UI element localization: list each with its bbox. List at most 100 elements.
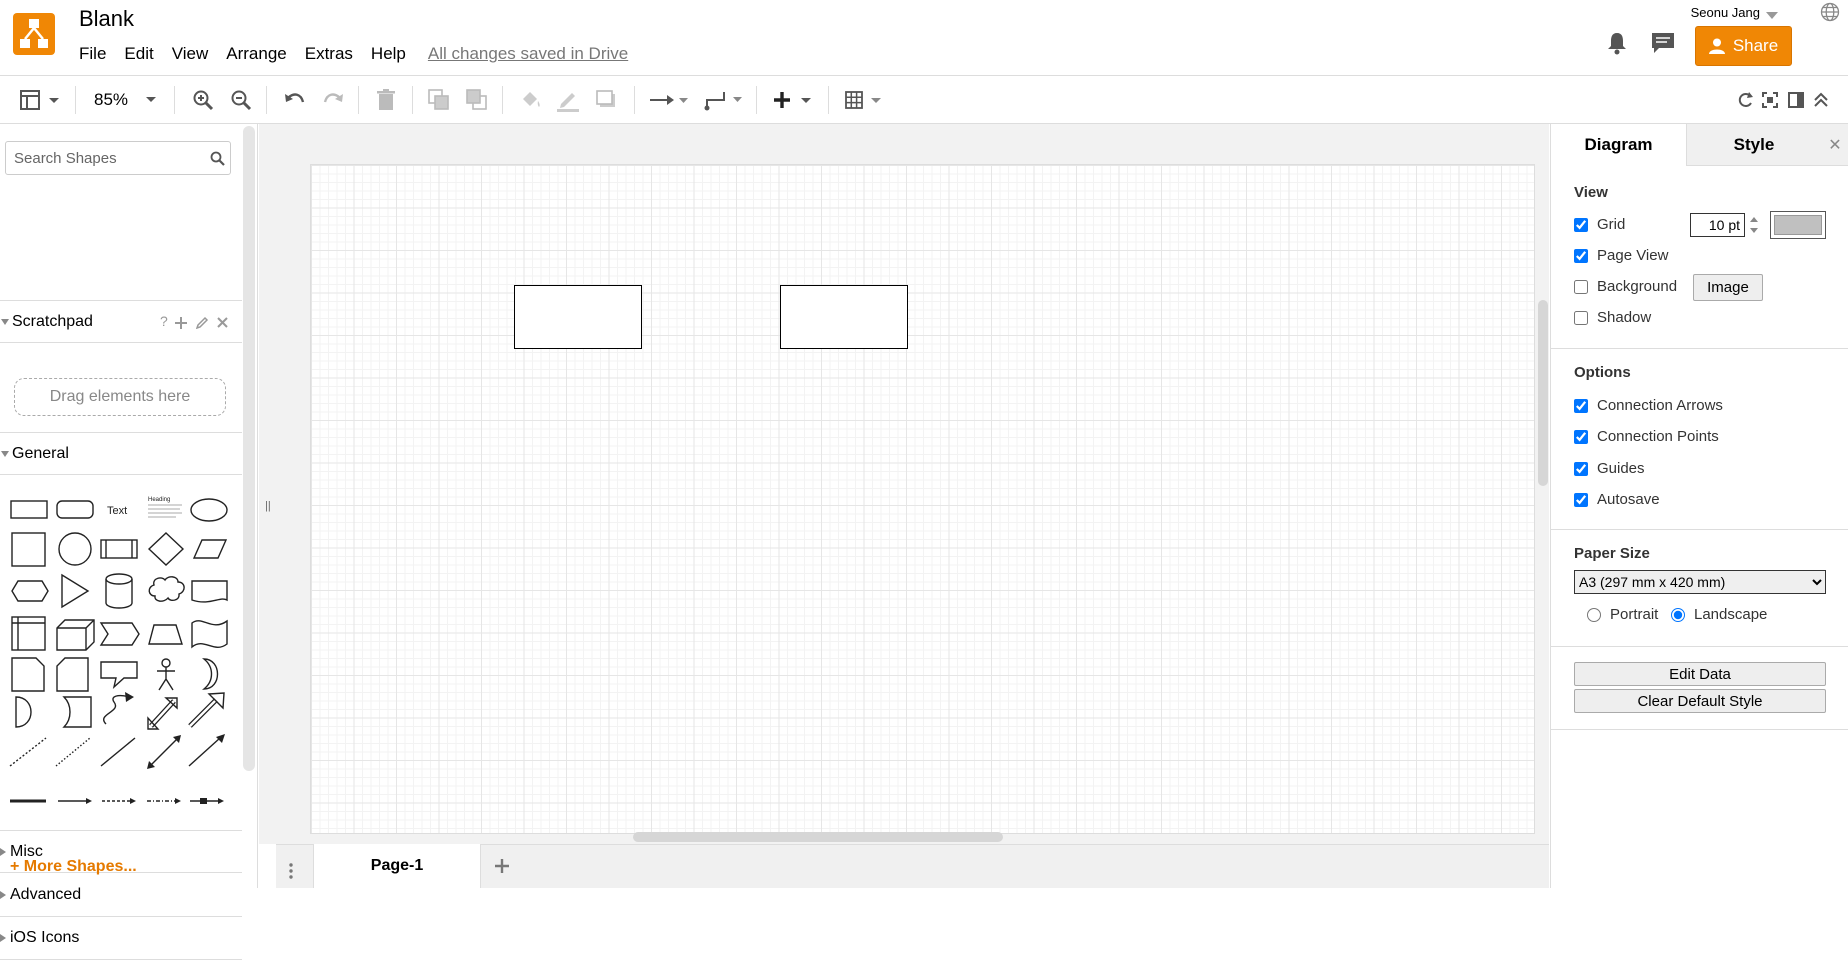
connection-points-option[interactable]: Connection Points <box>1574 428 1719 445</box>
page-view-checkbox[interactable] <box>1574 248 1588 263</box>
format-panel-toggle[interactable] <box>1788 76 1804 124</box>
cylinder-shape[interactable] <box>105 573 133 609</box>
document-title[interactable]: Blank <box>79 6 134 32</box>
shadow-button[interactable] <box>596 76 616 124</box>
search-shapes-input[interactable] <box>7 143 197 173</box>
rectangle-shape[interactable] <box>10 500 48 519</box>
diagram-canvas[interactable] <box>259 124 1549 844</box>
portrait-radio[interactable] <box>1587 607 1601 622</box>
sidebar-splitter-handle[interactable]: || <box>265 500 271 512</box>
background-option[interactable]: Background <box>1574 278 1677 295</box>
zoom-in-button[interactable] <box>192 76 214 124</box>
menu-arrange[interactable]: Arrange <box>226 44 286 64</box>
background-image-button[interactable]: Image <box>1693 274 1763 301</box>
table-button[interactable] <box>845 76 885 124</box>
connection-points-checkbox[interactable] <box>1574 429 1588 444</box>
cloud-shape[interactable] <box>148 576 185 602</box>
zoom-select[interactable]: 85% <box>94 76 158 124</box>
user-name[interactable]: Seonu Jang <box>1691 5 1760 20</box>
tab-style[interactable]: Style <box>1686 124 1821 166</box>
triangle-shape[interactable] <box>61 573 90 609</box>
page-menu-icon[interactable] <box>289 863 293 879</box>
landscape-radio[interactable] <box>1671 607 1685 622</box>
more-shapes-link[interactable]: + More Shapes... <box>10 858 137 876</box>
menu-extras[interactable]: Extras <box>305 44 353 64</box>
insert-button[interactable] <box>773 76 815 124</box>
actor-shape[interactable] <box>157 658 175 691</box>
textbox-shape[interactable]: Heading <box>148 497 182 518</box>
advanced-header[interactable]: Advanced <box>0 874 242 917</box>
internal-storage-shape[interactable] <box>11 616 46 651</box>
tape-shape[interactable] <box>191 619 228 649</box>
sidebar-scrollbar[interactable] <box>243 126 255 771</box>
document-shape[interactable] <box>191 580 228 603</box>
comments-icon[interactable] <box>1650 31 1676 60</box>
hexagon-shape[interactable] <box>11 580 49 602</box>
step-shape[interactable] <box>99 622 140 646</box>
scratchpad-drop-area[interactable]: Drag elements here <box>14 378 226 416</box>
diagram-rectangle-2[interactable] <box>780 285 908 349</box>
note-shape[interactable] <box>11 657 45 692</box>
ellipse-shape[interactable] <box>190 498 228 522</box>
text-shape[interactable]: Text <box>107 505 127 517</box>
dotted-line-shape[interactable] <box>55 737 91 767</box>
stored-data-shape[interactable] <box>62 696 92 728</box>
page-tab-1[interactable]: Page-1 <box>313 844 481 888</box>
parallelogram-shape[interactable] <box>192 539 228 559</box>
menu-help[interactable]: Help <box>371 44 406 64</box>
menu-view[interactable]: View <box>172 44 209 64</box>
ios-icons-header[interactable]: iOS Icons <box>0 917 242 960</box>
autosave-checkbox[interactable] <box>1574 492 1588 507</box>
portrait-option[interactable]: Portrait <box>1587 606 1658 623</box>
grid-size-input[interactable] <box>1690 213 1745 237</box>
or-shape[interactable] <box>202 658 219 690</box>
shadow-option[interactable]: Shadow <box>1574 309 1651 326</box>
connector-symbol-shape[interactable] <box>190 798 224 804</box>
add-page-icon[interactable] <box>494 858 510 874</box>
paper-size-select[interactable]: A3 (297 mm x 420 mm) <box>1574 570 1826 594</box>
menu-file[interactable]: File <box>79 44 106 64</box>
callout-shape[interactable] <box>100 661 138 689</box>
zoom-out-button[interactable] <box>230 76 252 124</box>
waypoints-button[interactable] <box>704 76 744 124</box>
grid-color-swatch[interactable] <box>1770 211 1826 239</box>
fullscreen-button[interactable] <box>1762 76 1778 124</box>
chevron-down-icon[interactable] <box>1766 7 1778 25</box>
page-view-option[interactable]: Page View <box>1574 247 1668 264</box>
background-checkbox[interactable] <box>1574 279 1588 294</box>
connector-label-shape[interactable] <box>58 798 92 804</box>
bidirectional-connector-shape[interactable] <box>147 735 181 769</box>
close-icon[interactable]: ✕ <box>1821 124 1848 166</box>
connector-two-labels-shape[interactable] <box>102 798 136 804</box>
help-icon[interactable]: ? <box>160 313 168 329</box>
edit-icon[interactable] <box>196 316 209 329</box>
trapezoid-shape[interactable] <box>148 624 183 645</box>
dashed-line-shape[interactable] <box>9 737 47 767</box>
general-header[interactable]: General <box>0 432 242 475</box>
line-color-button[interactable] <box>556 76 580 124</box>
grid-option[interactable]: Grid <box>1574 216 1625 233</box>
delete-button[interactable] <box>377 76 395 124</box>
landscape-option[interactable]: Landscape <box>1671 606 1767 623</box>
close-icon[interactable] <box>217 317 228 328</box>
directional-connector-shape[interactable] <box>188 734 225 767</box>
card-shape[interactable] <box>56 657 89 692</box>
connection-arrows-option[interactable]: Connection Arrows <box>1574 397 1723 414</box>
circle-shape[interactable] <box>58 532 92 566</box>
to-back-button[interactable] <box>466 76 488 124</box>
collapse-toolbar-button[interactable] <box>1813 76 1829 124</box>
canvas-vertical-scrollbar[interactable] <box>1538 300 1548 486</box>
notification-bell-icon[interactable] <box>1606 31 1628 60</box>
fill-color-button[interactable] <box>520 76 542 124</box>
save-status-link[interactable]: All changes saved in Drive <box>428 44 628 64</box>
grid-checkbox[interactable] <box>1574 217 1588 232</box>
line-shape[interactable] <box>100 737 136 767</box>
square-shape[interactable] <box>11 532 46 567</box>
scratchpad-header[interactable]: Scratchpad ? <box>0 300 242 343</box>
bidirectional-arrow-shape[interactable] <box>147 697 178 730</box>
diamond-shape[interactable] <box>147 532 185 566</box>
search-icon[interactable] <box>210 151 225 166</box>
grid-size-stepper[interactable] <box>1748 213 1760 237</box>
cube-shape[interactable] <box>56 619 95 651</box>
reset-view-button[interactable] <box>1738 76 1754 124</box>
